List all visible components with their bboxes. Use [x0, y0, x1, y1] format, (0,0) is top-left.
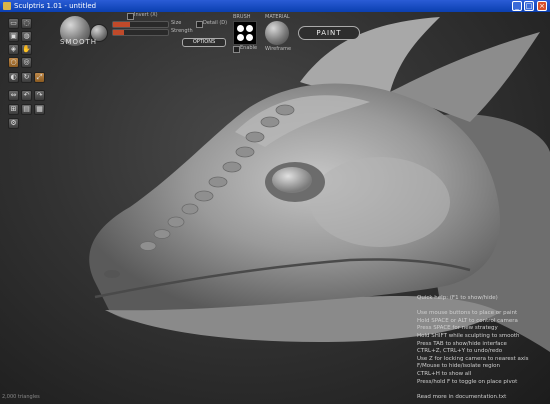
- brush-enable-label: Enable: [240, 45, 258, 51]
- draw-icon[interactable]: ▭: [8, 18, 19, 29]
- minimize-button[interactable]: _: [512, 1, 522, 11]
- brush-dot-icon: [246, 25, 253, 32]
- help-line: CTRL+Z, CTRL+Y to undo/redo: [417, 348, 503, 355]
- help-line: CTRL+H to show all: [417, 370, 472, 377]
- strength-label: Strength: [171, 28, 193, 34]
- pinch-icon[interactable]: ◈: [8, 44, 19, 55]
- brush-dot-icon: [246, 34, 253, 41]
- invert-label: Invert (X): [134, 12, 158, 18]
- help-line: Hold SPACE or ALT to control camera: [417, 317, 518, 324]
- grab-icon[interactable]: ✋: [21, 44, 32, 55]
- reduce-icon[interactable]: ◎: [21, 57, 32, 68]
- help-line: Use mouse buttons to place or paint: [417, 310, 518, 317]
- triangle-count: 2,000 triangles: [2, 394, 40, 400]
- crease-icon[interactable]: ◌: [21, 18, 32, 29]
- material-label: MATERIAL: [265, 14, 290, 20]
- options-button[interactable]: OPTIONS: [182, 38, 226, 47]
- undo-icon[interactable]: ↶: [21, 90, 32, 101]
- brush-label: BRUSH: [233, 14, 251, 20]
- smooth-icon[interactable]: ○: [8, 57, 19, 68]
- redo-icon[interactable]: ↷: [34, 90, 45, 101]
- size-slider[interactable]: [112, 21, 169, 28]
- help-line: Use Z for locking camera to nearest axis: [417, 355, 529, 362]
- brush-dot-icon: [237, 34, 244, 41]
- detail-checkbox[interactable]: [196, 21, 203, 28]
- window-titlebar: Sculptris 1.01 - untitled _ □ ×: [0, 0, 550, 12]
- size-label: Size: [171, 20, 182, 26]
- detail-label: Detail (D): [203, 20, 228, 26]
- help-line: Hold SHIFT while sculpting to smooth: [417, 332, 520, 339]
- help-line: Press TAB to show/hide interface: [417, 340, 507, 347]
- window-title: Sculptris 1.01 - untitled: [14, 2, 97, 10]
- help-line: [417, 386, 550, 394]
- rotate-icon[interactable]: ↻: [21, 72, 32, 83]
- inflate-icon[interactable]: ◍: [21, 31, 32, 42]
- brush-mode-label: SMOOTH: [60, 38, 98, 46]
- file-icon[interactable]: ▤: [21, 104, 32, 115]
- invert-checkbox[interactable]: [127, 13, 134, 20]
- help-line: Read more in documentation.txt: [417, 393, 507, 400]
- mask-icon[interactable]: ◐: [8, 72, 19, 83]
- app-icon: [3, 2, 11, 10]
- sculpt-viewport[interactable]: ▭ ◌ ▣ ◍ ◈ ✋ ○ ◎ ◐ ↻ ⤢ ⇔ ↶ ↷ ⊞ ▤ ▦ ⚙ SMOO…: [0, 12, 550, 404]
- flatten-icon[interactable]: ▣: [8, 31, 19, 42]
- material-sub-label: Wireframe: [265, 46, 292, 52]
- brush-picker[interactable]: [233, 21, 257, 45]
- help-line: F/Mouse to hide/isolate region: [417, 363, 500, 370]
- settings-icon[interactable]: ⚙: [8, 118, 19, 129]
- paint-button[interactable]: PAINT: [298, 26, 360, 40]
- strength-slider[interactable]: [112, 29, 169, 36]
- brush-enable-checkbox[interactable]: [233, 46, 240, 53]
- help-line: [417, 303, 550, 311]
- save-icon[interactable]: ▦: [34, 104, 45, 115]
- scale-icon[interactable]: ⤢: [34, 72, 45, 83]
- maximize-button[interactable]: □: [524, 1, 534, 11]
- material-sphere[interactable]: [265, 21, 289, 45]
- symmetry-icon[interactable]: ⇔: [8, 90, 19, 101]
- help-line: Press/hold F to toggle on place pivot: [417, 378, 518, 385]
- help-line: Quick help: (F1 to show/hide): [417, 295, 498, 301]
- close-button[interactable]: ×: [537, 1, 547, 11]
- brush-dot-icon: [237, 25, 244, 32]
- help-line: Press SPACE for new strategy: [417, 325, 498, 332]
- subdivide-icon[interactable]: ⊞: [8, 104, 19, 115]
- quick-help-panel: Quick help: (F1 to show/hide) Use mouse …: [417, 295, 550, 401]
